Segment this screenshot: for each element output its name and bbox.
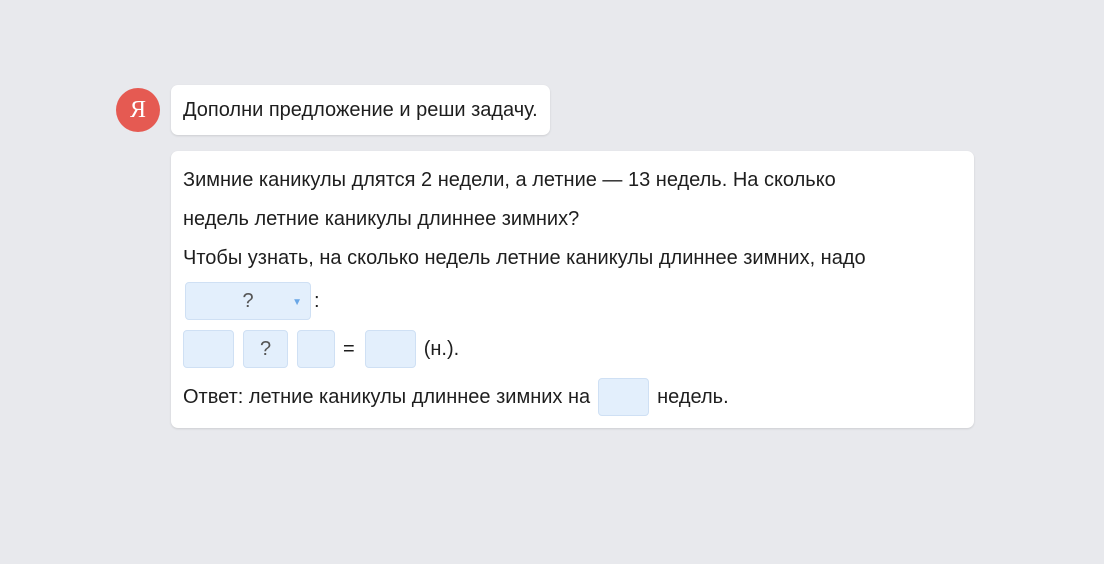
problem-text-line-2: недель летние каникулы длиннее зимних?: [183, 208, 580, 230]
result-input[interactable]: [364, 330, 416, 368]
action-dropdown-value: ?: [242, 289, 254, 312]
assistant-avatar: Я: [116, 88, 160, 132]
avatar-letter: Я: [129, 96, 146, 123]
operator-select[interactable]: ?: [243, 330, 288, 368]
answer-row: Ответ: летние каникулы длиннее зимних на…: [183, 374, 962, 420]
answer-input[interactable]: [598, 378, 650, 416]
problem-card: Зимние каникулы длятся 2 недели, а летни…: [171, 151, 974, 428]
operand-2-input[interactable]: [297, 330, 335, 368]
unit-label: (н.).: [423, 337, 460, 360]
action-dropdown[interactable]: ? ▼: [185, 282, 311, 320]
operand-1-input[interactable]: [183, 330, 234, 368]
action-select-row: ? ▼ :: [183, 278, 962, 324]
task-title-bubble: Дополни предложение и реши задачу.: [171, 85, 550, 135]
equation-row: ? = (н.).: [183, 324, 962, 374]
action-select-colon: :: [314, 289, 320, 312]
task-title: Дополни предложение и реши задачу.: [183, 98, 538, 121]
equals-sign: =: [343, 337, 355, 360]
answer-suffix: недель.: [657, 385, 729, 408]
problem-text-line-3: Чтобы узнать, на сколько недель летние к…: [183, 247, 866, 269]
dropdown-arrow-icon: ▼: [292, 297, 302, 308]
problem-text-line-1: Зимние каникулы длятся 2 недели, а летни…: [183, 169, 836, 191]
answer-prefix: Ответ: летние каникулы длиннее зимних на: [183, 385, 591, 408]
